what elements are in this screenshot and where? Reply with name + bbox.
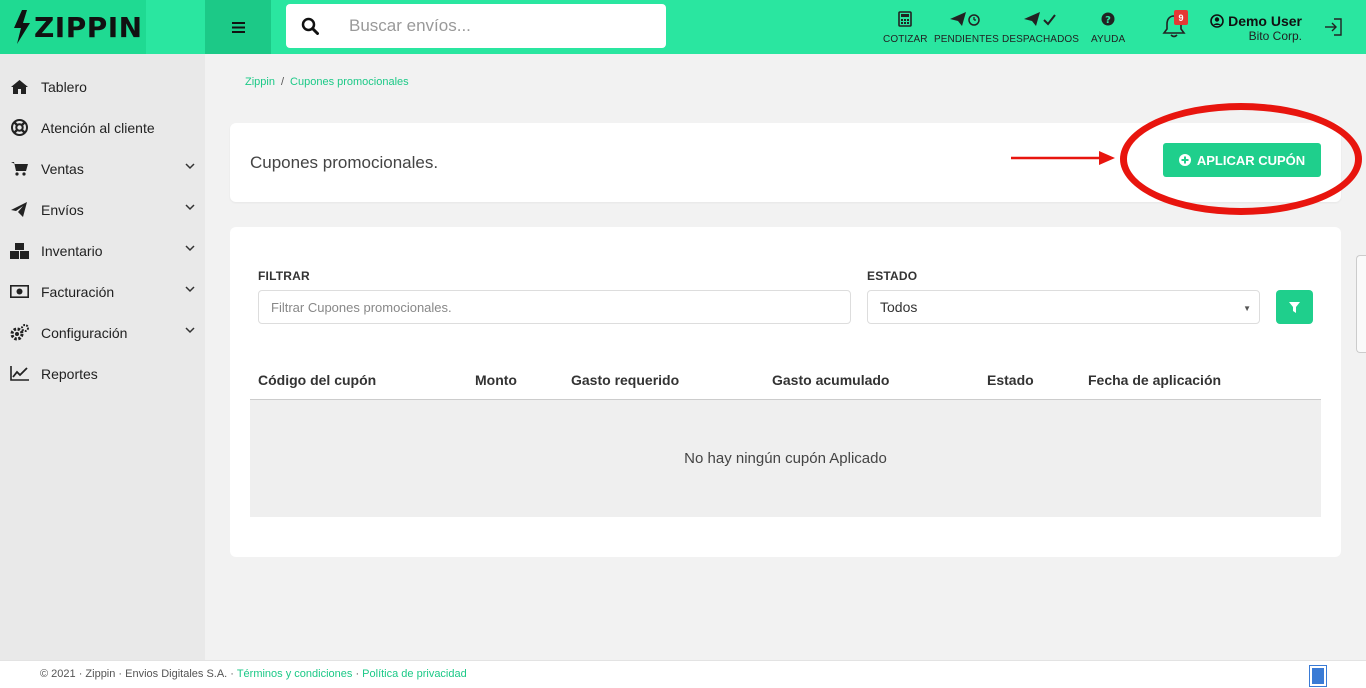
bolt-icon bbox=[14, 10, 30, 44]
nav-pendientes[interactable]: PENDIENTES bbox=[934, 8, 999, 45]
notifications-button[interactable]: 9 bbox=[1162, 10, 1188, 38]
sidebar-item-facturacion[interactable]: Facturación bbox=[0, 271, 205, 312]
caret-down-icon: ▼ bbox=[1243, 304, 1251, 313]
sidebar-item-label: Configuración bbox=[41, 324, 128, 341]
nav-cotizar[interactable]: COTIZAR bbox=[883, 8, 928, 45]
search-box bbox=[286, 4, 666, 48]
paper-plane-check-icon bbox=[1023, 8, 1058, 30]
sidebar-item-tablero[interactable]: Tablero bbox=[0, 66, 205, 107]
sidebar-item-label: Atención al cliente bbox=[41, 119, 155, 136]
page-title: Cupones promocionales. bbox=[250, 153, 439, 172]
chevron-down-icon bbox=[185, 204, 195, 211]
home-icon bbox=[9, 79, 29, 94]
user-name: Demo User bbox=[1228, 13, 1302, 29]
column-header-amount[interactable]: Monto bbox=[475, 372, 517, 388]
sidebar-item-label: Inventario bbox=[41, 242, 103, 259]
footer: © 2021 · Zippin · Envios Digitales S.A. … bbox=[0, 660, 1366, 688]
sidebar-item-label: Tablero bbox=[41, 78, 87, 95]
sidebar-item-label: Envíos bbox=[41, 201, 84, 218]
calculator-icon bbox=[898, 8, 913, 30]
apply-filter-button[interactable] bbox=[1276, 290, 1313, 324]
menu-toggle-button[interactable] bbox=[205, 0, 271, 54]
lifebuoy-icon bbox=[9, 119, 29, 136]
cart-icon bbox=[9, 161, 29, 176]
notification-count-badge: 9 bbox=[1174, 10, 1188, 25]
filter-icon bbox=[1289, 301, 1300, 313]
nav-despachados-label: DESPACHADOS bbox=[1002, 34, 1080, 45]
search-input[interactable] bbox=[349, 16, 649, 36]
status-select-value: Todos bbox=[880, 299, 918, 315]
chevron-down-icon bbox=[185, 327, 195, 334]
search-icon[interactable] bbox=[286, 17, 334, 35]
filter-input[interactable] bbox=[258, 290, 851, 324]
question-circle-icon: ? bbox=[1101, 8, 1115, 30]
sidebar-item-envios[interactable]: Envíos bbox=[0, 189, 205, 230]
annotation-arrow bbox=[1011, 151, 1115, 165]
column-header-code[interactable]: Código del cupón bbox=[258, 372, 376, 388]
column-header-accumulated-spend[interactable]: Gasto acumulado bbox=[772, 372, 889, 388]
chevron-down-icon bbox=[185, 245, 195, 252]
user-circle-icon bbox=[1210, 14, 1224, 28]
top-bar: ZIPPIN COTIZAR PENDIENTES DESPACHADOS ? bbox=[0, 0, 1366, 54]
nav-cotizar-label: COTIZAR bbox=[883, 34, 928, 45]
svg-text:?: ? bbox=[1105, 15, 1111, 26]
nav-despachados[interactable]: DESPACHADOS bbox=[1002, 8, 1079, 45]
paper-plane-icon bbox=[9, 202, 29, 217]
breadcrumb-separator: / bbox=[280, 76, 285, 88]
money-bill-icon bbox=[9, 285, 29, 298]
column-header-application-date[interactable]: Fecha de aplicación bbox=[1088, 372, 1221, 388]
chart-line-icon bbox=[9, 366, 29, 381]
brand-name: ZIPPIN bbox=[34, 10, 143, 44]
column-header-required-spend[interactable]: Gasto requerido bbox=[571, 372, 679, 388]
sidebar: Tablero Atención al cliente Ventas Envío… bbox=[0, 54, 205, 660]
privacy-link[interactable]: Política de privacidad bbox=[362, 668, 467, 680]
sidebar-item-label: Facturación bbox=[41, 283, 115, 300]
sidebar-item-label: Ventas bbox=[41, 160, 84, 177]
sidebar-item-inventario[interactable]: Inventario bbox=[0, 230, 205, 271]
logout-button[interactable] bbox=[1322, 16, 1344, 38]
badge-icon[interactable] bbox=[1309, 665, 1327, 687]
terms-link[interactable]: Términos y condiciones bbox=[237, 668, 353, 680]
nav-pendientes-label: PENDIENTES bbox=[934, 34, 999, 45]
hamburger-icon bbox=[231, 21, 245, 33]
chevron-down-icon bbox=[185, 163, 195, 170]
table-empty-state: No hay ningún cupón Aplicado bbox=[250, 400, 1321, 517]
brand-logo[interactable]: ZIPPIN bbox=[0, 0, 146, 54]
sidebar-item-reportes[interactable]: Reportes bbox=[0, 353, 205, 394]
column-header-status[interactable]: Estado bbox=[987, 372, 1034, 388]
user-menu[interactable]: Demo User Bito Corp. bbox=[1206, 13, 1302, 43]
chevron-down-icon bbox=[185, 286, 195, 293]
status-select[interactable]: Todos ▼ bbox=[867, 290, 1260, 324]
plus-circle-icon bbox=[1178, 154, 1191, 166]
coupons-card: FILTRAR ESTADO Todos ▼ Código del cupón … bbox=[230, 227, 1341, 557]
logout-icon bbox=[1325, 18, 1342, 36]
nav-ayuda[interactable]: ? AYUDA bbox=[1091, 8, 1125, 45]
filter-label: FILTRAR bbox=[258, 269, 310, 283]
apply-coupon-button[interactable]: APLICAR CUPÓN bbox=[1163, 143, 1321, 177]
footer-separator: · bbox=[352, 668, 363, 680]
sidebar-item-atencion[interactable]: Atención al cliente bbox=[0, 107, 205, 148]
sidebar-item-label: Reportes bbox=[41, 365, 98, 382]
breadcrumb: Zippin / Cupones promocionales bbox=[245, 76, 409, 88]
sidebar-item-ventas[interactable]: Ventas bbox=[0, 148, 205, 189]
table-header: Código del cupón Monto Gasto requerido G… bbox=[250, 362, 1321, 400]
side-scroll-handle[interactable] bbox=[1356, 255, 1366, 353]
user-org: Bito Corp. bbox=[1248, 29, 1302, 43]
status-label: ESTADO bbox=[867, 269, 918, 283]
boxes-icon bbox=[9, 242, 29, 259]
page-header-card: Cupones promocionales. APLICAR CUPÓN bbox=[230, 123, 1341, 202]
footer-copyright: © 2021 · Zippin · Envios Digitales S.A. … bbox=[40, 668, 237, 680]
apply-coupon-label: APLICAR CUPÓN bbox=[1196, 152, 1306, 168]
paper-plane-clock-icon bbox=[950, 8, 982, 30]
cogs-icon bbox=[9, 324, 29, 341]
nav-ayuda-label: AYUDA bbox=[1091, 34, 1126, 45]
breadcrumb-current: Cupones promocionales bbox=[290, 76, 409, 88]
breadcrumb-root-link[interactable]: Zippin bbox=[245, 76, 275, 88]
sidebar-item-configuracion[interactable]: Configuración bbox=[0, 312, 205, 353]
